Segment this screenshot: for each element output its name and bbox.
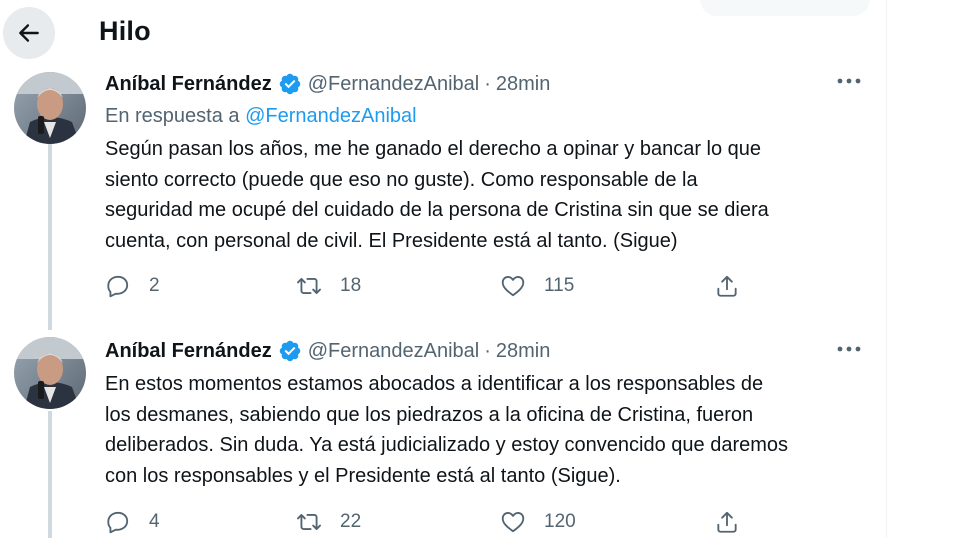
reply-count: 4 [149,511,160,532]
tweet-actions: 2 18 115 [105,273,865,301]
retweet-button[interactable]: 22 [296,509,361,535]
verified-badge-icon [279,73,300,95]
separator-dot: · [484,339,491,362]
share-button[interactable] [714,509,740,535]
avatar[interactable] [14,72,86,144]
like-button[interactable]: 120 [500,509,576,535]
heart-icon [501,511,525,533]
avatar[interactable] [14,337,86,409]
more-button[interactable] [833,337,865,361]
retweet-icon [297,514,321,530]
author-handle[interactable]: @FernandezAnibal [308,73,480,96]
back-button[interactable] [3,7,55,59]
tweet-text-line: siento correcto (puede que eso no guste)… [105,168,698,191]
more-dots-icon [837,78,861,84]
tweet-2[interactable]: Aníbal Fernández @FernandezAnibal · 28mi… [0,333,886,538]
timestamp[interactable]: 28min [496,73,550,96]
timestamp[interactable]: 28min [496,340,550,363]
thread-line [48,411,52,538]
like-count: 120 [544,511,576,532]
heart-icon [501,275,525,297]
reply-prefix: En respuesta a [105,105,240,127]
author-handle[interactable]: @FernandezAnibal [308,340,480,363]
tweet-actions: 4 22 120 [105,509,865,537]
reply-count: 2 [149,275,160,296]
author-name[interactable]: Aníbal Fernández [105,340,272,363]
reply-bubble-icon [107,275,129,298]
arrow-left-icon [19,24,39,42]
column-divider [886,0,887,538]
tweet-header: Aníbal Fernández @FernandezAnibal · 28mi… [105,72,550,96]
tweet-text-line: deliberados. Sin duda. Ya está judiciali… [105,434,789,456]
verified-badge-icon [279,340,300,362]
like-button[interactable]: 115 [500,273,574,299]
tweet-text-line: Según pasan los años, me he ganado el de… [105,138,762,160]
thread-line [48,144,52,330]
reply-button[interactable]: 2 [105,273,160,299]
separator-dot: · [484,72,491,95]
reply-button[interactable]: 4 [105,509,160,535]
tweet-text-line: cuenta, con personal de civil. El Presid… [105,229,678,252]
page-title: Hilo [99,16,151,46]
tweet-text: Según pasan los años, me he ganado el de… [105,134,875,256]
retweet-button[interactable]: 18 [296,273,361,299]
thread-header: Hilo [0,0,886,64]
tweet-text-line: En estos momentos estamos abocados a ide… [105,373,764,395]
tweet-1[interactable]: Aníbal Fernández @FernandezAnibal · 28mi… [0,64,886,330]
share-upload-icon [717,275,737,297]
share-upload-icon [717,511,737,533]
like-count: 115 [544,275,575,296]
tweet-text-line: los desmanes, sabiendo que los piedrazos… [105,403,754,426]
more-dots-icon [837,346,861,352]
reply-bubble-icon [107,511,129,534]
retweet-count: 22 [340,511,362,532]
tweet-text: En estos momentos estamos abocados a ide… [105,369,875,491]
retweet-count: 18 [340,275,362,296]
tweet-header: Aníbal Fernández @FernandezAnibal · 28mi… [105,339,550,363]
author-name[interactable]: Aníbal Fernández [105,73,272,96]
reply-context: En respuesta a @FernandezAnibal [105,105,417,128]
reply-handle-link[interactable]: @FernandezAnibal [245,105,417,127]
more-button[interactable] [833,69,865,93]
share-button[interactable] [714,273,740,299]
tweet-text-line: con los responsables y el Presidente est… [105,464,621,487]
retweet-icon [297,278,321,294]
tweet-text-line: seguridad me ocupé del cuidado de la per… [105,199,769,221]
